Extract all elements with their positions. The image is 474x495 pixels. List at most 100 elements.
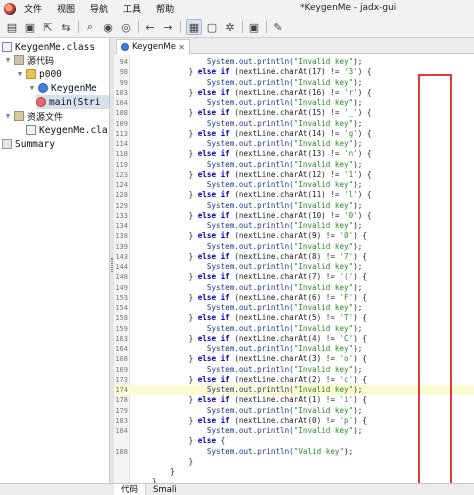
tree-root[interactable]: KeygenMe.class bbox=[2, 40, 95, 54]
menu-view[interactable]: 视图 bbox=[57, 2, 75, 15]
code-line[interactable]: 128 } else if (nextLine.charAt(11) != 'l… bbox=[114, 190, 474, 200]
code-line[interactable]: 119 System.out.println("Invalid key"); bbox=[114, 160, 474, 170]
code-line[interactable]: 159 System.out.println("Invalid key"); bbox=[114, 324, 474, 334]
back-icon[interactable]: ← bbox=[142, 19, 158, 35]
code-line[interactable]: 98 } else if (nextLine.charAt(17) != '3'… bbox=[114, 67, 474, 77]
code-line[interactable]: 169 System.out.println("Invalid key"); bbox=[114, 365, 474, 375]
line-number: 149 bbox=[115, 283, 128, 292]
class-search-icon[interactable]: ◎ bbox=[118, 19, 134, 35]
tree-method-node[interactable]: main(Stri bbox=[36, 95, 109, 109]
code-line[interactable]: 138 } else if (nextLine.charAt(9) != '0'… bbox=[114, 231, 474, 241]
code-line[interactable]: 174 System.out.println("Invalid key"); bbox=[114, 385, 474, 396]
code-line[interactable]: 149 System.out.println("Invalid key"); bbox=[114, 283, 474, 293]
code-line[interactable]: } bbox=[114, 457, 474, 467]
code-line[interactable]: 108 } else if (nextLine.charAt(15) != '_… bbox=[114, 108, 474, 118]
sync-icon[interactable]: ⇆ bbox=[58, 19, 74, 35]
tree-package-node[interactable]: ▼ p000 bbox=[16, 67, 62, 81]
splitter-grip-icon[interactable] bbox=[111, 258, 113, 272]
export-icon[interactable]: ⇱ bbox=[40, 19, 56, 35]
code-line[interactable]: 153 } else if (nextLine.charAt(6) != 'F'… bbox=[114, 293, 474, 303]
string-literal: "Valid key" bbox=[293, 446, 345, 456]
tree-class-node[interactable]: ▼ KeygenMe bbox=[28, 81, 97, 95]
close-icon[interactable]: ✕ bbox=[178, 43, 185, 52]
open-file-icon[interactable]: ▤ bbox=[4, 19, 20, 35]
debug-icon[interactable]: ✲ bbox=[222, 19, 238, 35]
menu-file[interactable]: 文件 bbox=[24, 2, 42, 15]
tab-smali[interactable]: Smali bbox=[146, 484, 184, 495]
code-line[interactable]: 188 System.out.println("Valid key"); bbox=[114, 447, 474, 457]
code-line[interactable]: 163 } else if (nextLine.charAt(4) != 'C'… bbox=[114, 334, 474, 344]
code-line[interactable]: 94 System.out.println("Invalid key"); bbox=[114, 57, 474, 67]
code-line[interactable]: 178 } else if (nextLine.charAt(1) != 'i'… bbox=[114, 395, 474, 405]
code-token: } bbox=[188, 436, 198, 446]
code-line[interactable]: 104 System.out.println("Invalid key"); bbox=[114, 98, 474, 108]
line-number: 118 bbox=[115, 150, 128, 159]
search-icon[interactable]: ⌕ bbox=[82, 19, 98, 35]
code-token: ) { bbox=[353, 415, 367, 425]
code-line[interactable]: 183 } else if (nextLine.charAt(0) != 'p'… bbox=[114, 416, 474, 426]
code-line[interactable]: 184 System.out.println("Invalid key"); bbox=[114, 426, 474, 436]
deobfuscate-icon[interactable]: ▦ bbox=[186, 19, 202, 35]
code-line[interactable]: 103 } else if (nextLine.charAt(16) != 'r… bbox=[114, 88, 474, 98]
menu-navigation[interactable]: 导航 bbox=[90, 2, 108, 15]
code-line[interactable]: 173 } else if (nextLine.charAt(2) != 'c'… bbox=[114, 375, 474, 385]
code-line[interactable]: 148 } else if (nextLine.charAt(7) != '('… bbox=[114, 272, 474, 282]
tree-resource-file[interactable]: KeygenMe.cla bbox=[26, 123, 108, 137]
forward-icon[interactable]: → bbox=[160, 19, 176, 35]
line-number: 134 bbox=[115, 222, 128, 230]
code-line[interactable]: 139 System.out.println("Invalid key"); bbox=[114, 242, 474, 252]
char-literal: 'p' bbox=[339, 415, 354, 425]
code-line[interactable]: 144 System.out.println("Invalid key"); bbox=[114, 262, 474, 272]
save-icon[interactable]: ▣ bbox=[22, 19, 38, 35]
code-line[interactable]: } bbox=[114, 467, 474, 477]
code-token: System.out.println( bbox=[206, 180, 294, 189]
menu-tools[interactable]: 工具 bbox=[123, 2, 141, 15]
code-line[interactable]: 118 } else if (nextLine.charAt(13) != 'n… bbox=[114, 149, 474, 159]
line-number: 163 bbox=[115, 334, 128, 343]
code-line[interactable]: } else { bbox=[114, 436, 474, 446]
code-line[interactable]: 134 System.out.println("Invalid key"); bbox=[114, 221, 474, 231]
code-token: ); bbox=[353, 241, 363, 251]
method-icon bbox=[36, 97, 46, 107]
chevron-down-icon[interactable]: ▼ bbox=[4, 56, 12, 64]
code-line[interactable]: 123 } else if (nextLine.charAt(12) != '1… bbox=[114, 170, 474, 180]
code-token: ) { bbox=[353, 231, 367, 241]
code-line[interactable]: 124 System.out.println("Invalid key"); bbox=[114, 180, 474, 190]
code-line[interactable]: 99 System.out.println("Invalid key"); bbox=[114, 78, 474, 88]
code-text: System.out.println("Valid key"); bbox=[152, 447, 353, 457]
chevron-down-icon[interactable]: ▼ bbox=[28, 84, 36, 92]
code-line[interactable]: 129 System.out.println("Invalid key"); bbox=[114, 201, 474, 211]
tree-source-node[interactable]: ▼ 源代码 bbox=[4, 53, 54, 67]
code-line[interactable]: 154 System.out.println("Invalid key"); bbox=[114, 303, 474, 313]
log-icon[interactable]: ▣ bbox=[246, 19, 262, 35]
code-line[interactable]: 164 System.out.println("Invalid key"); bbox=[114, 344, 474, 354]
code-line[interactable]: 133 } else if (nextLine.charAt(10) != '0… bbox=[114, 211, 474, 221]
chevron-down-icon[interactable]: ▼ bbox=[16, 70, 24, 78]
code-text: System.out.println("Invalid key"); bbox=[152, 426, 362, 436]
editor-tab-keygenme[interactable]: KeygenMe ✕ bbox=[116, 39, 190, 54]
char-literal: 'g' bbox=[344, 128, 358, 138]
quark-icon[interactable]: ▢ bbox=[204, 19, 220, 35]
menu-help[interactable]: 帮助 bbox=[156, 2, 174, 15]
preferences-icon[interactable]: ✎ bbox=[270, 19, 286, 35]
chevron-down-icon[interactable]: ▼ bbox=[4, 112, 12, 120]
tab-code[interactable]: 代码 bbox=[114, 483, 147, 495]
code-line[interactable]: 168 } else if (nextLine.charAt(3) != 'o'… bbox=[114, 354, 474, 364]
code-line[interactable]: 158 } else if (nextLine.charAt(5) != 'T'… bbox=[114, 313, 474, 323]
code-line[interactable]: 114 System.out.println("Invalid key"); bbox=[114, 139, 474, 149]
code-line[interactable]: 143 } else if (nextLine.charAt(8) != '7'… bbox=[114, 252, 474, 262]
find-usage-icon[interactable]: ◉ bbox=[100, 19, 116, 35]
code-line[interactable]: 179 System.out.println("Invalid key"); bbox=[114, 406, 474, 416]
code-token: } bbox=[188, 190, 198, 200]
keyword: else if bbox=[197, 374, 230, 384]
code-line[interactable]: 109 System.out.println("Invalid key"); bbox=[114, 119, 474, 129]
tree-resources-node[interactable]: ▼ 资源文件 bbox=[4, 109, 63, 123]
class-icon bbox=[121, 43, 129, 51]
code-view[interactable]: 94 System.out.println("Invalid key"); 98 … bbox=[114, 55, 474, 483]
tree-summary[interactable]: Summary bbox=[2, 137, 55, 151]
code-line[interactable]: 113 } else if (nextLine.charAt(14) != 'g… bbox=[114, 129, 474, 139]
